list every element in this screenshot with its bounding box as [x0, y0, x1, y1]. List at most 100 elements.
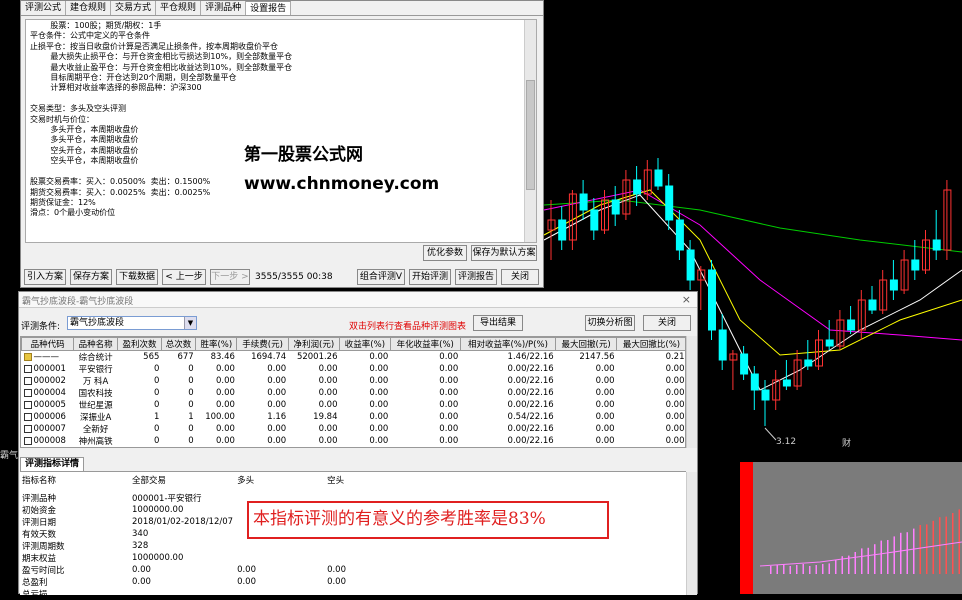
table-row[interactable]: 000005 世纪星源 0 0 0.00 0.00 0.00 0.00 0.00 0.00/22.…	[22, 399, 686, 411]
column-header[interactable]: 手续费(元)	[236, 337, 289, 351]
save-default-button[interactable]: 保存为默认方案	[471, 245, 537, 261]
column-header[interactable]: 净利润(元)	[287, 337, 341, 351]
row-checkbox[interactable]	[23, 364, 32, 373]
switch-chart-button[interactable]: 切换分析图	[585, 315, 635, 331]
table-row[interactable]: 000004 国农科技 0 0 0.00 0.00 0.00 0.00 0.00 0.00/22.…	[22, 387, 686, 399]
table-cell: 0.00	[216, 400, 235, 410]
detail-cell: 评测日期	[22, 518, 57, 528]
column-header[interactable]: 收益率(%)	[339, 337, 391, 351]
row-checkbox[interactable]	[23, 424, 32, 433]
close-x-icon[interactable]: ×	[682, 293, 691, 306]
row-checkbox[interactable]	[23, 400, 32, 409]
progress-text: 3555/3555 00:38	[255, 272, 333, 282]
table-cell: 0	[153, 388, 160, 398]
table-cell: 0.00	[665, 436, 685, 446]
next-step-button[interactable]: 下一步 >	[210, 269, 250, 285]
export-results-button[interactable]: 导出结果	[473, 315, 523, 331]
optimize-params-button[interactable]: 优化参数	[423, 245, 467, 261]
start-test-button[interactable]: 开始评测	[409, 269, 451, 285]
detail-row: 盈亏时间比 0.00 0.00 0.00	[20, 564, 415, 576]
indicator-bar	[828, 563, 830, 574]
candle-body	[590, 209, 599, 231]
tab-close-rule[interactable]: 平仓规则	[156, 1, 202, 15]
indicator-bar	[919, 525, 921, 574]
test-report-button[interactable]: 评测报告	[455, 269, 497, 285]
indicator-panel	[740, 462, 962, 594]
save-scheme-button[interactable]: 保存方案	[70, 269, 112, 285]
table-cell: 000007	[22, 423, 74, 435]
row-checkbox[interactable]	[23, 352, 32, 361]
table-cell: 0.00	[665, 412, 685, 422]
table-row[interactable]: 000006 深振业A 1 1 100.00 1.16 19.84 0.00 0.00 0.54/…	[22, 411, 686, 423]
condition-select[interactable]: 霸气抄底波段 ▼	[67, 316, 197, 330]
row-checkbox[interactable]	[23, 412, 32, 421]
table-cell: 综合统计	[78, 353, 113, 363]
table-cell: 0	[153, 424, 160, 434]
row-checkbox[interactable]	[23, 388, 32, 397]
table-cell: 0.00	[439, 352, 459, 362]
detail-cell: 1000000.00	[132, 553, 184, 563]
detail-cell: 0.00	[132, 577, 151, 587]
column-header[interactable]: 胜率(%)	[195, 337, 238, 351]
table-cell: 0.00	[318, 424, 338, 434]
import-scheme-button[interactable]: 引入方案	[24, 269, 66, 285]
tab-detail[interactable]: 评测指标详情	[20, 457, 84, 471]
detail-cell: 评测周期数	[22, 542, 65, 552]
table-cell: 0	[153, 400, 160, 410]
table-cell: 0.00	[439, 364, 459, 374]
detail-row: 总盈利 0.00 0.00 0.00	[20, 576, 415, 588]
column-header[interactable]: 盈利次数	[117, 337, 162, 351]
watermark-url: www.chnmoney.com	[244, 174, 440, 194]
table-cell: 0.00	[318, 436, 338, 446]
tab-report-settings[interactable]: 设置报告	[246, 1, 292, 15]
column-header[interactable]: 总次数	[160, 337, 197, 351]
detail-scrollbar[interactable]	[686, 472, 697, 595]
detail-cell: 000001-平安银行	[132, 494, 202, 504]
table-cell: 0.00	[318, 364, 338, 374]
column-header[interactable]: 相对收益率(%)/P(%)	[459, 337, 557, 351]
table-cell: 0.00	[369, 400, 389, 410]
row-checkbox[interactable]	[23, 436, 32, 445]
table-row[interactable]: 000008 神州高铁 0 0 0.00 0.00 0.00 0.00 0.00 0.00/22.…	[22, 435, 686, 447]
tab-trade-mode[interactable]: 交易方式	[111, 1, 157, 15]
tab-open-rule[interactable]: 建仓规则	[66, 1, 112, 15]
table-row[interactable]: 000001 平安银行 0 0 0.00 0.00 0.00 0.00 0.00 0.00/22.…	[22, 363, 686, 375]
table-scrollbar[interactable]	[686, 336, 697, 448]
report-line: 计算相对收益率选择的参照品种：沪深300	[30, 83, 202, 93]
candle-body	[804, 359, 813, 367]
combo-test-button[interactable]: 组合评测V	[357, 269, 405, 285]
column-header[interactable]: 最大回撤(元)	[555, 337, 618, 351]
table-cell: 677	[177, 352, 194, 362]
table-cell: 0	[188, 400, 194, 410]
indicator-bar	[945, 516, 947, 574]
table-row[interactable]: ——— 综合统计 565 677 83.46 1694.74 52001.26 0.00 0.0…	[22, 351, 686, 363]
download-data-button[interactable]: 下载数据	[116, 269, 158, 285]
close-results-button[interactable]: 关闭	[643, 315, 691, 331]
table-cell: 0.00/22.16	[507, 364, 554, 374]
indicator-bar	[861, 548, 863, 574]
report-scrollbar[interactable]	[524, 20, 536, 242]
prev-step-button[interactable]: < 上一步	[162, 269, 206, 285]
report-line: 目标周期平仓：开仓达到20个周期，则全部数量平仓	[30, 73, 237, 83]
column-header[interactable]: 品种名称	[73, 337, 119, 351]
column-header[interactable]: 年化收益率(%)	[389, 337, 461, 351]
detail-cell	[325, 552, 415, 564]
table-row[interactable]: 000007 全新好 0 0 0.00 0.00 0.00 0.00 0.00 0.00/22.1…	[22, 423, 686, 435]
table-cell: 0.00	[369, 388, 389, 398]
column-header[interactable]: 品种代码	[21, 337, 75, 351]
indicator-bar	[770, 566, 772, 574]
report-scroll-thumb[interactable]	[526, 80, 535, 190]
table-cell: 1.16	[267, 412, 287, 422]
table-row[interactable]: 000002 万 科A 0 0 0.00 0.00 0.00 0.00 0.00 0.00/22.…	[22, 375, 686, 387]
close-settings-button[interactable]: 关闭	[501, 269, 539, 285]
table-cell: 0.00	[665, 364, 685, 374]
column-header[interactable]: 最大回撤比(%)	[616, 337, 685, 351]
tab-formula[interactable]: 评测公式	[21, 1, 67, 15]
report-line: 平仓条件：公式中定义的平仓条件	[30, 31, 150, 41]
table-cell: 0.00	[665, 400, 685, 410]
row-checkbox[interactable]	[23, 376, 32, 385]
chevron-down-icon[interactable]: ▼	[184, 317, 196, 329]
table-cell: 0.00	[595, 424, 615, 434]
settings-report-text: 股票：100股；期货/期权：1手 平仓条件：公式中定义的平仓条件 止损平仓：按当日收…	[25, 19, 537, 243]
tab-symbols[interactable]: 评测品种	[201, 1, 247, 15]
